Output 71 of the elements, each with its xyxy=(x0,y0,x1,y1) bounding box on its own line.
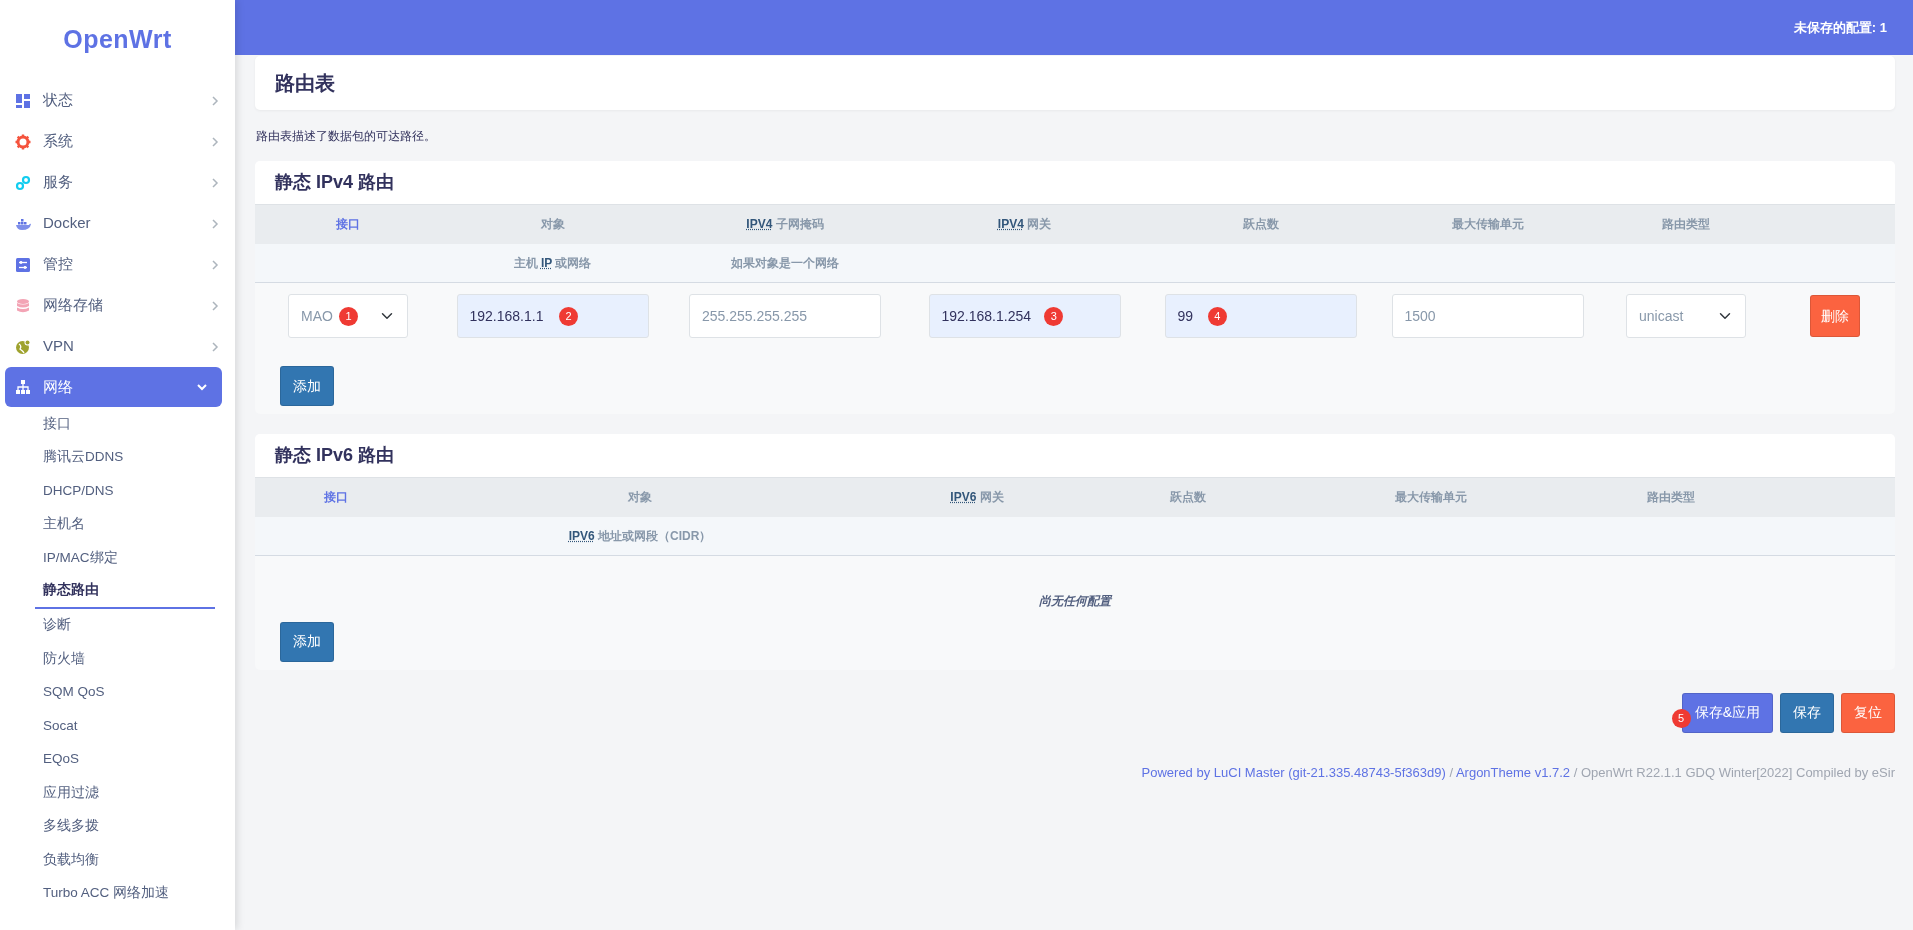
chevron-icon xyxy=(209,176,221,189)
footer-text: / xyxy=(1448,764,1454,780)
netmask-field[interactable]: 255.255.255.255 xyxy=(689,294,881,339)
page-description: 路由表描述了数据包的可达路径。 xyxy=(256,127,436,145)
column-header[interactable]: 接口 xyxy=(324,490,348,505)
chevron-icon xyxy=(209,299,221,312)
menu-item[interactable]: 网络 xyxy=(5,367,222,407)
column-header: 路由类型 xyxy=(1647,490,1695,505)
column-header[interactable]: 接口 xyxy=(336,217,360,232)
submenu-item[interactable]: 腾讯云DDNS xyxy=(43,447,124,468)
column-header: 最大传输单元 xyxy=(1395,490,1467,505)
submenu-item[interactable]: Socat xyxy=(43,715,78,736)
chevron-icon xyxy=(209,217,221,230)
submenu-item[interactable]: 应用过滤 xyxy=(43,782,99,803)
submenu-item[interactable]: Turbo ACC 网络加速 xyxy=(43,883,170,904)
submenu-item[interactable]: 接口 xyxy=(43,413,71,434)
submenu-item[interactable]: 静态路由 xyxy=(43,580,99,601)
column-header: 对象 xyxy=(540,217,565,232)
column-header: 路由类型 xyxy=(1662,217,1710,232)
footer-text: / OpenWrt R22.1.1 GDQ Winter[2022] Compiled by eSir xyxy=(1572,764,1895,780)
footer-link[interactable]: ArgonTheme v1.7.2 xyxy=(1455,764,1571,780)
openwrt-logo: OpenWrt xyxy=(63,24,172,56)
empty-message: 尚无任何配置 xyxy=(1039,592,1111,610)
chevron-icon xyxy=(196,381,208,393)
column-header: 最大传输单元 xyxy=(1451,217,1524,232)
menu-item[interactable]: 网络存储 xyxy=(0,285,235,326)
sitemap-icon xyxy=(15,379,31,395)
chevron-icon xyxy=(209,258,221,271)
menu-item[interactable]: 状态 xyxy=(0,80,235,121)
chevron-icon xyxy=(209,135,221,148)
menu-item[interactable]: Docker xyxy=(0,203,235,244)
column-hint: 如果对象是一个网络 xyxy=(731,255,839,270)
column-header: IPV4 网关 xyxy=(997,217,1052,232)
column-header: 跃点数 xyxy=(1170,490,1206,505)
column-header: IPV4 子网掩码 xyxy=(746,217,824,232)
column-header: 对象 xyxy=(628,490,652,505)
submenu-item[interactable]: 多线多拨 xyxy=(43,816,99,837)
gears-icon xyxy=(15,174,31,191)
sliders-icon xyxy=(15,256,31,273)
add-button[interactable]: 添加 xyxy=(280,366,334,406)
unsaved-changes-indicator[interactable]: 未保存的配置: 1 xyxy=(1793,17,1887,38)
column-hint: 主机 IP 或网络 xyxy=(513,255,592,270)
save-button[interactable]: 保存 xyxy=(1780,692,1834,733)
column-header: 跃点数 xyxy=(1242,217,1279,232)
mtu-field[interactable]: 1500 xyxy=(1391,294,1584,339)
chevron-icon xyxy=(209,94,221,107)
footer-link[interactable]: Powered by LuCI Master (git-21.335.48743-5f363d9) xyxy=(1141,764,1446,780)
database-icon xyxy=(15,297,31,314)
submenu-item[interactable]: EQoS xyxy=(43,749,80,770)
submenu-item[interactable]: 主机名 xyxy=(43,514,85,535)
page-title: 路由表 xyxy=(255,56,1895,110)
chevron-icon xyxy=(209,340,221,353)
submenu-item[interactable]: 诊断 xyxy=(43,615,71,636)
add-button[interactable]: 添加 xyxy=(280,621,334,662)
column-header: IPV6 网关 xyxy=(950,490,1004,505)
submenu-item[interactable]: 防火墙 xyxy=(43,648,85,669)
submenu-item[interactable]: DHCP/DNS xyxy=(43,480,114,501)
menu-item[interactable]: VPN xyxy=(0,326,235,367)
submenu-item[interactable]: SQM QoS xyxy=(43,682,105,703)
gear-icon xyxy=(15,133,31,150)
callout-marker: 5 xyxy=(1671,708,1691,728)
submenu-item[interactable]: IP/MAC绑定 xyxy=(43,547,118,568)
menu-item[interactable]: 管控 xyxy=(0,244,235,285)
menu-item[interactable]: 系统 xyxy=(0,121,235,162)
dashboard-icon xyxy=(15,92,31,109)
menu-item[interactable]: 服务 xyxy=(0,162,235,203)
submenu-item[interactable]: 负载均衡 xyxy=(43,849,99,870)
section-title: 静态 IPv4 路由 xyxy=(255,161,1895,205)
globe-icon xyxy=(15,338,31,355)
section-title: 静态 IPv6 路由 xyxy=(255,434,1895,478)
column-hint: IPV6 地址或网段（CIDR） xyxy=(568,528,712,543)
